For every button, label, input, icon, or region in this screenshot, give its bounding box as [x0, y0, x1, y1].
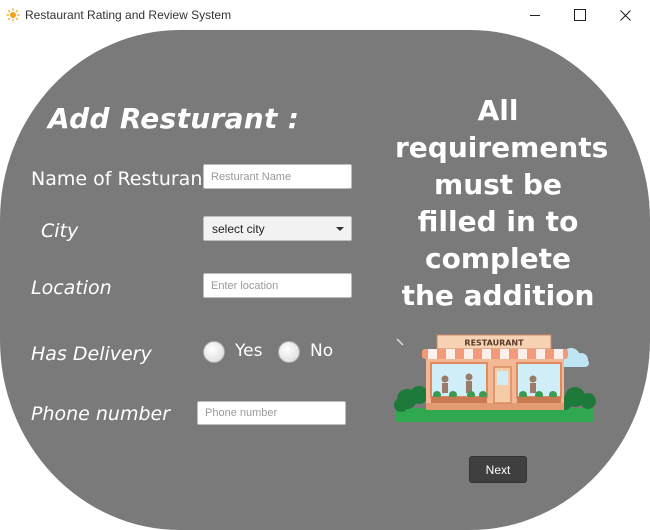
minimize-button[interactable]	[512, 0, 558, 30]
delivery-yes-label: Yes	[235, 341, 263, 361]
maximize-button[interactable]	[557, 0, 603, 30]
restaurant-storefront-icon: RESTAURANT	[394, 334, 596, 422]
city-select-value: select city	[212, 222, 265, 236]
minimize-icon	[530, 14, 540, 16]
close-icon	[619, 9, 631, 21]
delivery-label: Has Delivery	[31, 343, 152, 365]
restaurant-sign-text: RESTAURANT	[464, 339, 524, 348]
title-bar: Restaurant Rating and Review System	[0, 0, 650, 30]
restaurant-name-input[interactable]	[203, 164, 352, 189]
location-label: Location	[31, 277, 112, 299]
sun-icon	[6, 8, 20, 22]
name-label: Name of Resturant	[31, 168, 210, 190]
page-title: Add Resturant :	[48, 102, 300, 135]
message-line: the addition	[401, 279, 595, 312]
phone-input[interactable]	[197, 401, 346, 425]
next-button[interactable]: Next	[469, 456, 527, 483]
message-line: must be	[434, 168, 562, 201]
location-input[interactable]	[203, 273, 352, 298]
delivery-no-label: No	[310, 341, 334, 361]
maximize-icon	[574, 9, 586, 21]
message-line: All	[477, 94, 519, 127]
delivery-yes-radio[interactable]	[203, 341, 225, 363]
requirements-message: All requirements must be filled in to co…	[395, 92, 609, 314]
close-button[interactable]	[602, 0, 648, 30]
city-select[interactable]: select city	[203, 216, 352, 241]
chevron-down-icon	[336, 227, 344, 231]
phone-label: Phone number	[31, 403, 171, 425]
delivery-no-radio[interactable]	[278, 341, 300, 363]
message-line: filled in to	[417, 205, 579, 238]
message-line: requirements	[395, 131, 609, 164]
city-label: City	[41, 220, 79, 242]
window-title: Restaurant Rating and Review System	[25, 8, 232, 22]
message-line: complete	[424, 242, 571, 275]
